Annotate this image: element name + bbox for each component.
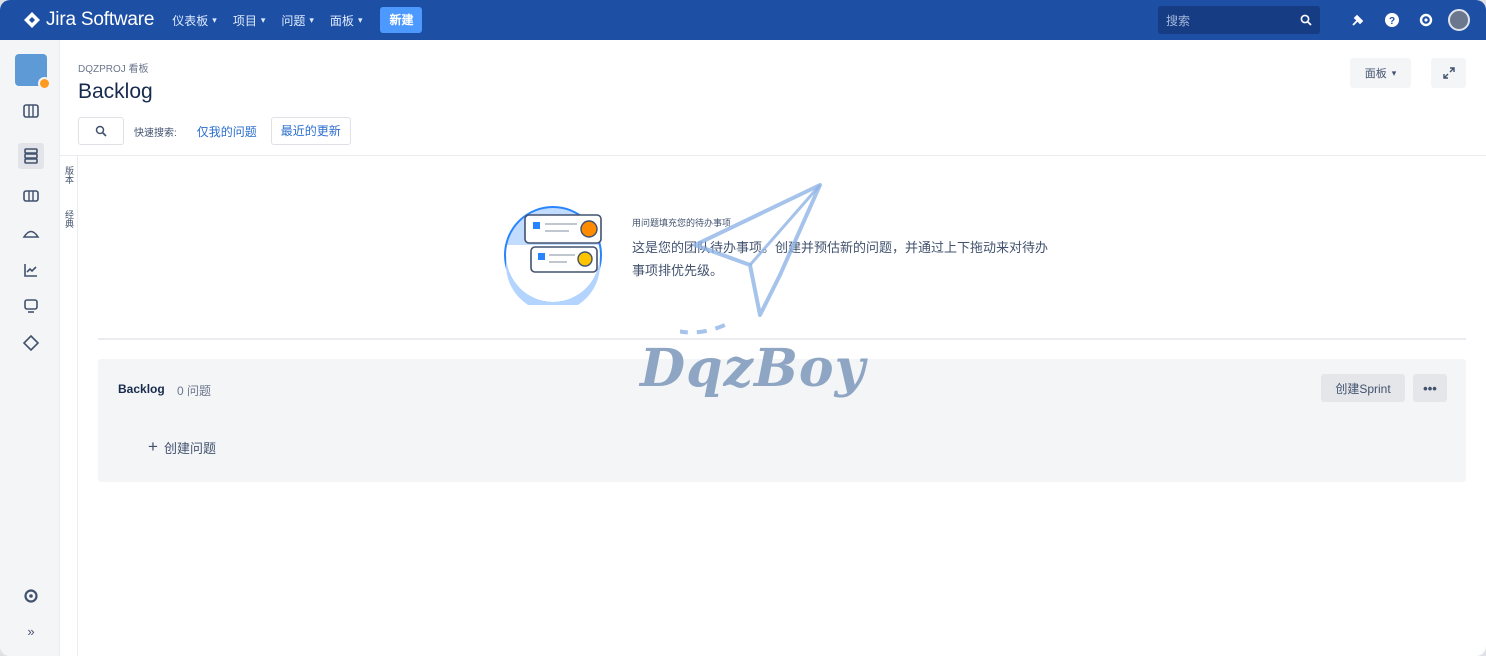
sidebar-item-issues[interactable] [18,293,44,319]
gear-icon [24,589,38,603]
sidebar-item-project-settings[interactable] [18,583,44,609]
chart-icon [24,264,37,277]
columns-icon [23,190,39,202]
quick-filters-label: 快速搜索: [134,127,177,139]
search-input[interactable]: 搜索 [1158,6,1320,34]
ship-icon [22,230,40,238]
notifications-icon[interactable] [1348,10,1368,30]
side-tab-versions[interactable]: 版本 [63,166,76,184]
search-icon [1300,14,1312,26]
board-search-input[interactable] [78,117,124,145]
menu-label: 面板 [329,13,354,28]
svg-text:?: ? [1389,16,1395,27]
settings-icon[interactable] [1416,10,1436,30]
side-tabs: 版本 经典 [60,156,78,656]
nav-menus: 仪表板 ▾ 项目 ▾ 问题 ▾ 面板 ▾ [172,12,378,29]
sidebar-item-releases[interactable] [18,220,44,246]
user-avatar[interactable] [1448,9,1470,31]
project-sidebar: » [0,40,60,656]
side-tab-epics[interactable]: 经典 [63,210,76,228]
backlog-issue-count: 0 问题 [177,384,212,398]
puzzle-icon [22,334,40,352]
product-name: Jira Software [46,9,155,30]
double-chevron-right-icon: » [27,623,35,639]
sidebar-item-backlog[interactable] [18,143,44,169]
board-icon [23,104,39,118]
menu-dashboards[interactable]: 仪表板 ▾ [172,12,217,29]
create-sprint-button[interactable]: 创建Sprint [1321,374,1405,402]
menu-projects[interactable]: 项目 ▾ [233,12,266,29]
create-issue-label: 创建问题 [163,440,216,456]
chevron-down-icon: ▾ [1391,67,1397,78]
expand-icon [1442,67,1455,79]
help-icon[interactable]: ? [1382,10,1402,30]
more-actions-button[interactable]: ••• [1413,374,1447,402]
menu-label: 问题 [281,13,306,28]
header-divider [60,155,1486,156]
sidebar-item-components[interactable] [18,330,44,356]
top-nav: Jira Software 仪表板 ▾ 项目 ▾ 问题 ▾ 面板 ▾ 新建 搜索 ? [0,0,1486,40]
sidebar-item-roadmap[interactable] [18,98,44,124]
chevron-down-icon: ▾ [357,14,363,25]
menu-label: 仪表板 [172,13,209,28]
filter-bar: 快速搜索: 仅我的问题 最近的更新 [78,117,351,145]
nav-right: 搜索 ? [1158,0,1470,40]
sidebar-item-board[interactable] [18,183,44,209]
tray-icon [24,299,38,313]
backlog-icon [24,148,38,164]
menu-label: 项目 [232,13,257,28]
app-window: Jira Software 仪表板 ▾ 项目 ▾ 问题 ▾ 面板 ▾ 新建 搜索 ? [0,0,1486,656]
board-dropdown-button[interactable]: 面板 ▾ [1350,58,1411,88]
watermark-text: DqzBoy [640,338,866,399]
quick-filter-recently-updated[interactable]: 最近的更新 [270,117,351,145]
chevron-down-icon: ▾ [309,14,314,25]
page-title: Backlog [78,80,153,103]
empty-backlog-illustration [504,206,602,305]
fullscreen-button[interactable] [1431,58,1466,88]
sidebar-item-reports[interactable] [18,257,44,283]
chevron-down-icon: ▾ [260,14,266,25]
menu-boards[interactable]: 面板 ▾ [330,12,363,29]
search-icon [95,125,107,137]
quick-filter-only-my-issues[interactable]: 仅我的问题 [197,123,257,140]
create-button[interactable]: 新建 [380,7,423,33]
plus-icon: + [148,437,158,456]
jira-logo[interactable]: Jira Software [24,9,154,31]
backlog-title: Backlog [118,382,165,396]
board-button-label: 面板 [1364,68,1387,80]
breadcrumb[interactable]: DQZPROJ 看板 [78,60,149,75]
sidebar-expand-button[interactable]: » [18,618,44,644]
project-avatar[interactable] [15,54,51,90]
create-issue-button[interactable]: + 创建问题 [148,437,216,457]
project-badge [38,77,51,90]
jira-diamond-icon [24,12,40,28]
chevron-down-icon: ▾ [212,14,217,25]
search-placeholder: 搜索 [1166,13,1191,28]
menu-issues[interactable]: 问题 ▾ [281,12,314,29]
paper-plane-watermark-icon [680,183,822,335]
